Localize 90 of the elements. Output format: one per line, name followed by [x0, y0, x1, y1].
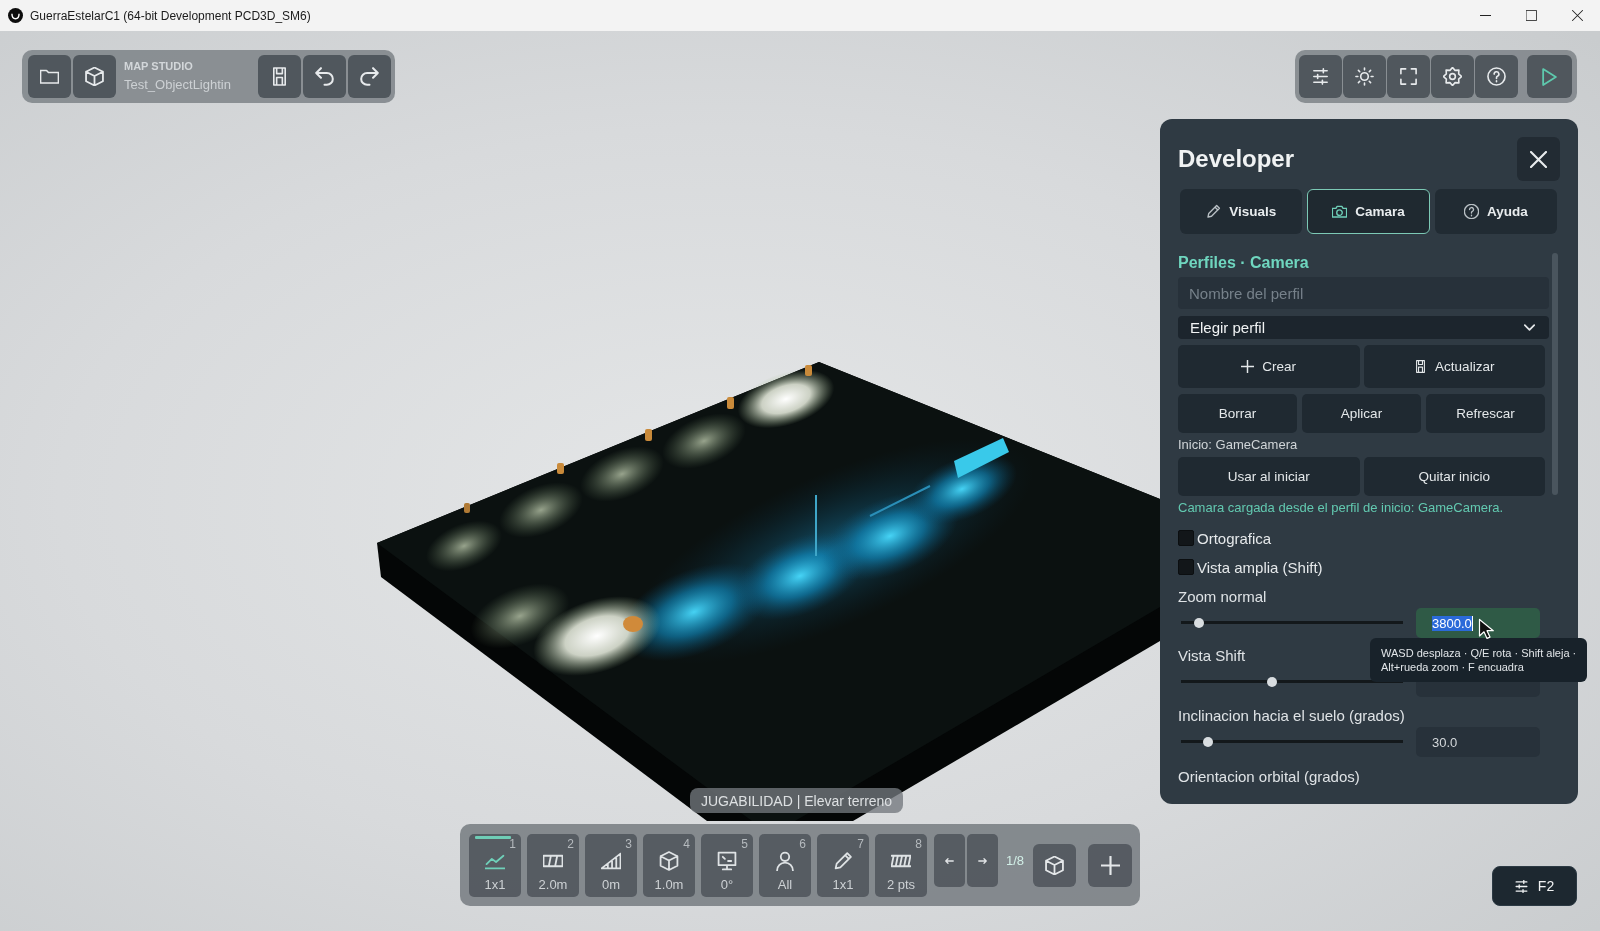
scrollbar[interactable]	[1552, 253, 1558, 495]
slider-label: Orientacion orbital (grados)	[1178, 768, 1360, 786]
add-button[interactable]	[1088, 844, 1132, 887]
startup-label: Inicio: GameCamera	[1178, 437, 1298, 453]
close-icon	[1571, 10, 1583, 21]
close-button[interactable]	[1517, 137, 1560, 181]
tab[interactable]: Camara	[1307, 189, 1430, 234]
redo-icon	[360, 67, 379, 86]
left-arrow-icon	[945, 857, 954, 864]
checkbox-label: Ortografica	[1197, 529, 1272, 547]
action-button[interactable]: Refrescar	[1426, 394, 1545, 433]
tooltip: WASD desplaza · Q/E rota · Shift aleja · Alt+rueda zoom · F encuadra	[1370, 638, 1588, 682]
minimize-icon	[1479, 14, 1491, 17]
tool-button[interactable]: 6 All	[759, 834, 811, 897]
panel-title: Developer	[1178, 145, 1295, 173]
status-message: Camara cargada desde el perfil de inicio: GameCamera.	[1178, 500, 1504, 516]
plus-icon	[1241, 360, 1255, 373]
page-counter: 1/8	[1006, 853, 1026, 868]
mouse-pointer-icon	[1478, 618, 1495, 640]
toolbar-button[interactable]	[1299, 55, 1342, 98]
slider-label: Inclinacion hacia el suelo (grados)	[1178, 707, 1405, 725]
tool-button[interactable]: 5 0°	[701, 834, 753, 897]
person-icon	[775, 851, 795, 871]
open-folder-button[interactable]	[28, 55, 71, 98]
app-logo-icon	[8, 8, 23, 23]
cube-icon	[659, 851, 679, 871]
app-label: MAP STUDIO	[124, 60, 193, 73]
window-title: GuerraEstelarC1 (64-bit Development PCD3D_SM6)	[30, 8, 311, 23]
tab[interactable]: Visuals	[1180, 189, 1303, 234]
number-field[interactable]: 3800.0	[1416, 608, 1540, 638]
slider-thumb[interactable]	[1267, 677, 1277, 687]
save-button[interactable]	[258, 55, 301, 98]
tool-button[interactable]: 8 2 pts	[875, 834, 927, 897]
tool-button[interactable]: 4 1.0m	[643, 834, 695, 897]
right-arrow-icon	[978, 857, 987, 864]
cube-icon	[85, 67, 104, 86]
folder-icon	[40, 67, 59, 86]
checkbox[interactable]	[1178, 530, 1194, 546]
action-button[interactable]: Borrar	[1178, 394, 1297, 433]
checkbox[interactable]	[1178, 559, 1194, 575]
close-icon	[1530, 150, 1547, 168]
tool-button[interactable]: 1 1x1	[469, 834, 521, 897]
action-button[interactable]: Quitar inicio	[1363, 457, 1545, 496]
slider-label: Vista Shift	[1178, 647, 1246, 665]
slider-label: Zoom normal	[1178, 588, 1267, 606]
tool-button[interactable]: 3 0m	[585, 834, 637, 897]
sliders-icon	[1514, 879, 1528, 893]
toolbar-button[interactable]	[1431, 55, 1474, 98]
shortcut-button[interactable]: F2	[1492, 866, 1577, 906]
play-button[interactable]	[1527, 55, 1572, 98]
help-icon	[1487, 67, 1506, 86]
tool-button[interactable]: 2 2.0m	[527, 834, 579, 897]
plus-icon	[1100, 856, 1120, 875]
fullscreen-icon	[1399, 67, 1418, 86]
number-field[interactable]: 30.0	[1416, 727, 1540, 757]
undo-button[interactable]	[303, 55, 346, 98]
camera-icon	[1332, 204, 1348, 219]
slider-thumb[interactable]	[1202, 737, 1213, 747]
toolbar-button[interactable]	[1475, 55, 1518, 98]
cube-button[interactable]	[73, 55, 116, 98]
play-icon	[1542, 67, 1557, 86]
action-button[interactable]: Aplicar	[1302, 394, 1421, 433]
map-name: Test_ObjectLightin	[124, 77, 231, 93]
monitor-icon	[717, 851, 737, 871]
undo-icon	[315, 67, 334, 86]
cube-icon	[1045, 856, 1064, 875]
action-button[interactable]: Crear	[1178, 345, 1360, 388]
pencil-icon	[1206, 204, 1222, 219]
pencil-icon	[833, 851, 853, 871]
chevron-down-icon	[1524, 324, 1535, 331]
settings-icon	[1443, 67, 1462, 86]
profile-name-field[interactable]: Nombre del perfil	[1178, 277, 1549, 309]
tab[interactable]: Ayuda	[1434, 189, 1557, 234]
profile-dropdown[interactable]: Elegir perfil	[1178, 316, 1549, 339]
mode-label: JUGABILIDAD | Elevar terreno	[690, 788, 904, 813]
section-title: Perfiles · Camera	[1178, 253, 1309, 273]
action-button[interactable]: Actualizar	[1363, 345, 1545, 388]
cube-button[interactable]	[1033, 844, 1076, 887]
checkbox-label: Vista amplia (Shift)	[1197, 558, 1323, 576]
sliders-icon	[1311, 67, 1330, 86]
ramp-icon	[601, 851, 621, 871]
toolbar-button[interactable]	[1343, 55, 1386, 98]
toolbar-button[interactable]	[1387, 55, 1430, 98]
redo-button[interactable]	[348, 55, 391, 98]
help-icon	[1463, 204, 1479, 219]
sun-icon	[1355, 67, 1374, 86]
tool-button[interactable]: 7 1x1	[817, 834, 869, 897]
slider-thumb[interactable]	[1193, 618, 1204, 628]
maximize-icon	[1525, 10, 1537, 21]
action-button[interactable]: Usar al iniciar	[1178, 457, 1360, 496]
